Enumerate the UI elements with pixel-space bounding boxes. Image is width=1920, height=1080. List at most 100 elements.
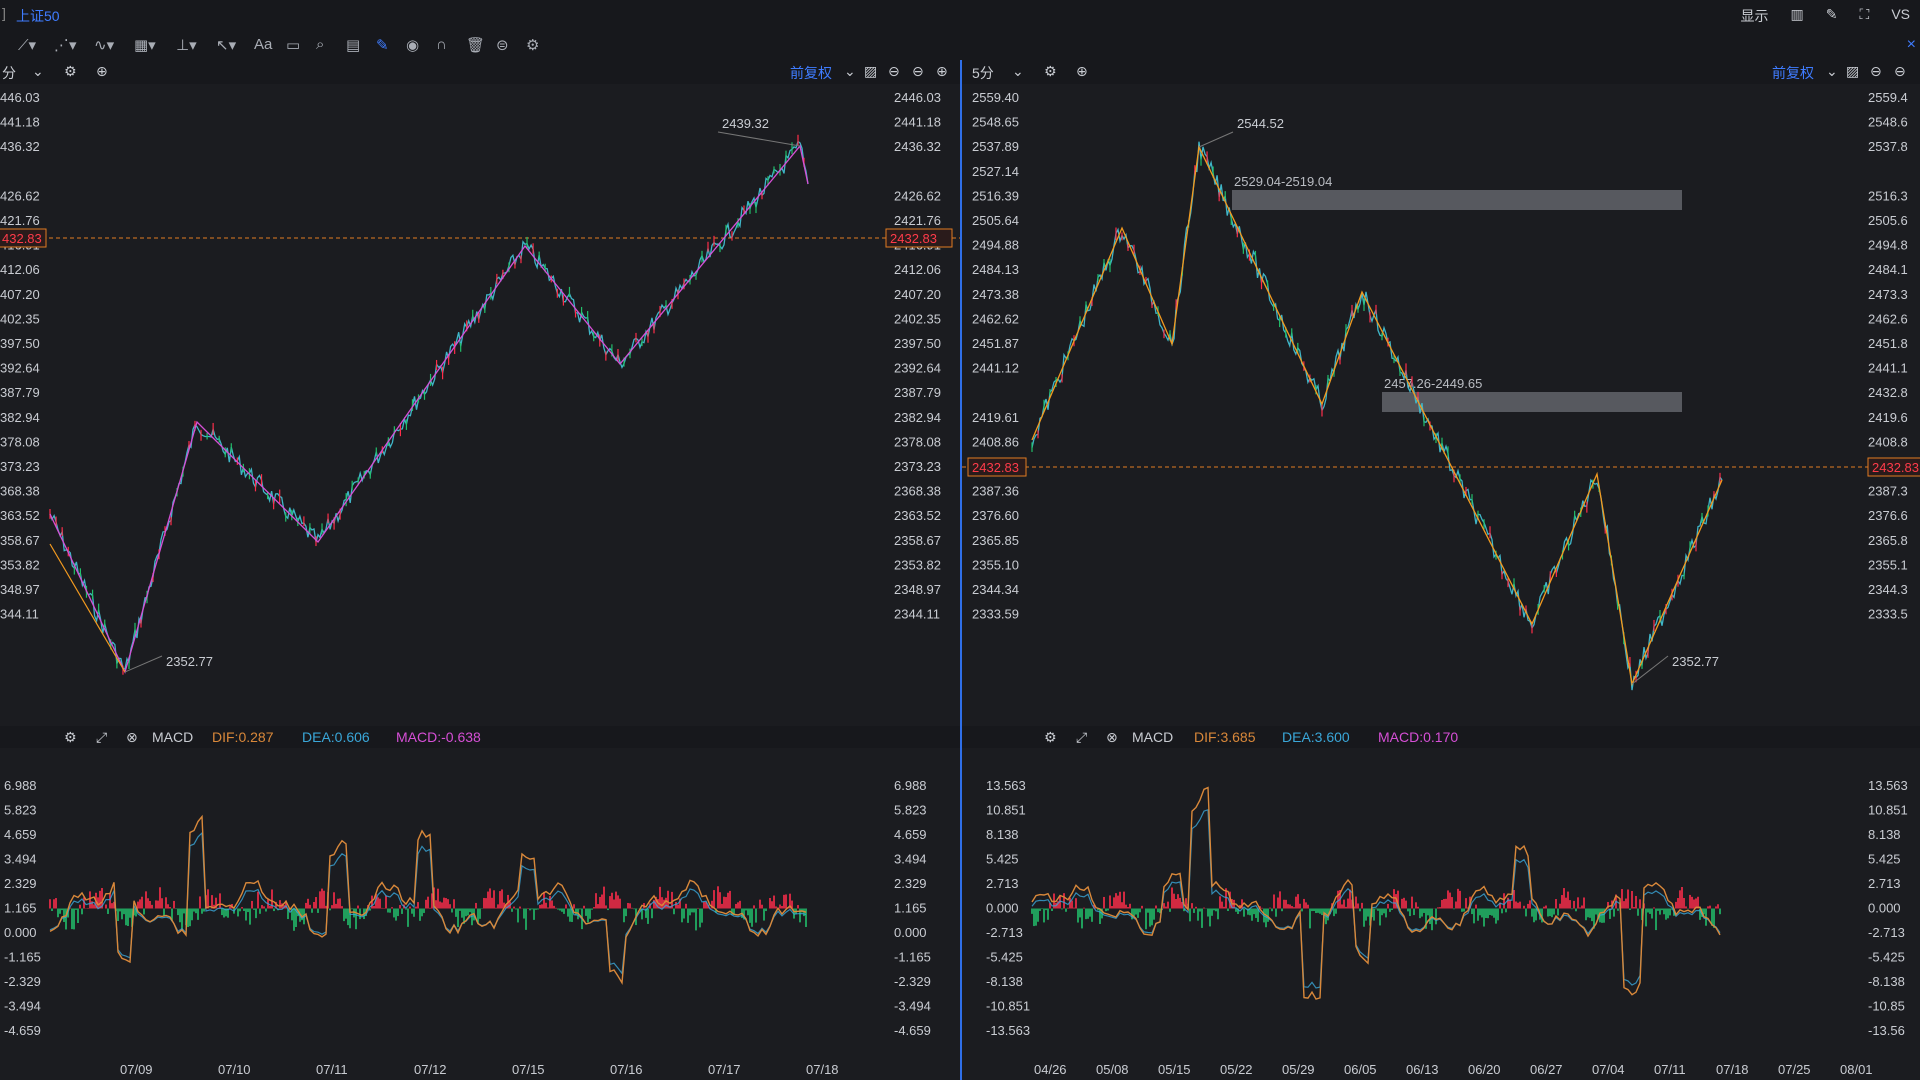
macd-tick-label: -3.494 bbox=[4, 999, 41, 1014]
date-tick-label: 05/15 bbox=[1158, 1062, 1191, 1077]
chart-type-icon[interactable]: ▨ bbox=[864, 63, 877, 80]
gear-icon[interactable]: ⚙ bbox=[64, 63, 77, 80]
macd-tick-label: 0.000 bbox=[986, 901, 1019, 916]
chart-type-icon[interactable]: ▨ bbox=[1846, 63, 1859, 80]
pattern-icon[interactable]: ▦▾ bbox=[134, 36, 156, 54]
date-tick-label: 07/09 bbox=[120, 1062, 153, 1077]
macd-tick-label: -4.659 bbox=[894, 1023, 931, 1038]
chevron-down-icon[interactable]: ⌄ bbox=[1012, 63, 1024, 80]
chevron-down-icon[interactable]: ⌄ bbox=[32, 63, 44, 80]
price-tick-label: 2373.23 bbox=[894, 459, 941, 474]
macd-tick-label: -5.425 bbox=[986, 950, 1023, 965]
measure-icon[interactable]: ⊥▾ bbox=[176, 36, 197, 54]
zigzag-line bbox=[1031, 144, 1723, 687]
chevron-down-icon[interactable]: ⌄ bbox=[844, 63, 856, 80]
indicator-icon[interactable]: ▤ bbox=[346, 36, 360, 54]
price-line bbox=[49, 140, 809, 670]
price-tick-label: 2559.40 bbox=[972, 90, 1019, 105]
price-tick-label: 2484.13 bbox=[972, 262, 1019, 277]
comment-icon[interactable]: ▭ bbox=[286, 36, 300, 54]
wave-icon[interactable]: ∿▾ bbox=[94, 36, 114, 54]
plus-icon[interactable]: ⊕ bbox=[936, 63, 948, 80]
macd-name[interactable]: MACD bbox=[152, 729, 193, 745]
magnet-icon[interactable]: ∩ bbox=[436, 36, 447, 53]
price-tick-label: 2333.59 bbox=[972, 607, 1019, 622]
price-tick-label: 412.06 bbox=[0, 262, 40, 277]
adjust-select[interactable]: 前复权 bbox=[1772, 63, 1814, 83]
price-tick-label: 2537.89 bbox=[972, 139, 1019, 154]
price-tick-label: 2421.76 bbox=[894, 213, 941, 228]
price-tick-label: 368.38 bbox=[0, 484, 40, 499]
price-tick-label: 2537.8 bbox=[1868, 139, 1908, 154]
zoom-icon[interactable]: ⌕ bbox=[316, 36, 324, 53]
price-tick-label: 402.35 bbox=[0, 311, 40, 326]
left-price-chart[interactable]: 2446.032441.182436.322426.622421.762416.… bbox=[0, 84, 960, 784]
date-tick-label: 07/18 bbox=[1716, 1062, 1749, 1077]
left-macd-chart[interactable]: 6.988 5.823 4.659 3.494 2.329 1.165 0.000 -1.16… bbox=[0, 750, 960, 1080]
add-icon[interactable]: ⊕ bbox=[96, 63, 108, 80]
expand-icon[interactable]: ⤢ bbox=[1076, 729, 1087, 746]
pen-tool-icon[interactable]: ✎ bbox=[376, 36, 389, 54]
current-price-label: 2432.83 bbox=[972, 460, 1019, 475]
left-chart-pane: 分 ⌄ ⚙ ⊕ 前复权 ⌄ ▨ ⊖ ⊖ ⊕ 2446.03 2441.18 2436… bbox=[0, 60, 960, 1080]
price-tick-label: 2333.5 bbox=[1868, 607, 1908, 622]
layout-icon[interactable]: ▥ bbox=[1791, 6, 1804, 26]
price-tick-label: 2408.8 bbox=[1868, 434, 1908, 449]
macd-name[interactable]: MACD bbox=[1132, 729, 1173, 745]
symbol-title[interactable]: 上证50 bbox=[16, 6, 60, 26]
fib-icon[interactable]: ⋰▾ bbox=[54, 36, 77, 54]
minus-icon[interactable]: ⊖ bbox=[1870, 63, 1882, 80]
interval-select[interactable]: 分 bbox=[2, 63, 16, 83]
price-tick-label: 426.62 bbox=[0, 188, 40, 203]
price-tick-label: 2387.36 bbox=[972, 484, 1019, 499]
date-tick-label: 06/20 bbox=[1468, 1062, 1501, 1077]
price-tick-label: 2462.62 bbox=[972, 311, 1019, 326]
zigzag-line bbox=[49, 144, 809, 674]
date-tick-label: 07/15 bbox=[512, 1062, 545, 1077]
price-tick-label: 2382.94 bbox=[894, 410, 941, 425]
price-tick-label: 2397.50 bbox=[894, 336, 941, 351]
right-price-chart[interactable]: 2559.40 2548.65 2537.89 2527.14 2516.39 2505.… bbox=[962, 84, 1920, 784]
date-tick-label: 05/22 bbox=[1220, 1062, 1253, 1077]
interval-select[interactable]: 5分 bbox=[972, 63, 994, 83]
gear-icon[interactable]: ⚙ bbox=[1044, 63, 1057, 80]
minimize-icon[interactable]: ⊖ bbox=[912, 63, 924, 80]
price-tick-label: 2432.8 bbox=[1868, 385, 1908, 400]
display-menu[interactable]: 显示 bbox=[1741, 6, 1769, 26]
fullscreen-icon[interactable]: ⛶ bbox=[1860, 6, 1870, 26]
macd-tick-label: 3.494 bbox=[4, 852, 37, 867]
macd-dea: DEA:3.600 bbox=[1282, 729, 1350, 745]
pen-icon[interactable]: ✎ bbox=[1826, 6, 1838, 26]
macd-tick-label: -13.56 bbox=[1868, 1023, 1905, 1038]
close-icon[interactable]: × bbox=[1907, 36, 1916, 54]
macd-tick-label: -10.851 bbox=[986, 999, 1030, 1014]
price-tick-label: 2419.6 bbox=[1868, 410, 1908, 425]
price-tick-label: 2358.67 bbox=[894, 533, 941, 548]
price-tick-label: 2494.88 bbox=[972, 238, 1019, 253]
right-macd-chart[interactable]: 13.563 10.851 8.138 5.425 2.713 0.000 -2.713 -5… bbox=[962, 750, 1920, 1080]
close-circle-icon[interactable]: ⊗ bbox=[126, 729, 138, 746]
date-tick-label: 07/16 bbox=[610, 1062, 643, 1077]
minimize-icon[interactable]: ⊖ bbox=[1894, 63, 1906, 80]
expand-icon[interactable]: ⤢ bbox=[96, 729, 107, 746]
add-icon[interactable]: ⊕ bbox=[1076, 63, 1088, 80]
adjust-select[interactable]: 前复权 bbox=[790, 63, 832, 83]
price-tick-label: 2494.8 bbox=[1868, 238, 1908, 253]
text-icon[interactable]: Aa bbox=[254, 36, 272, 53]
gear-icon[interactable]: ⚙ bbox=[64, 729, 77, 746]
eye-icon[interactable]: ◉ bbox=[406, 36, 419, 54]
trendline-icon[interactable]: ⟋▾ bbox=[18, 36, 36, 54]
minus-icon[interactable]: ⊖ bbox=[888, 63, 900, 80]
current-price-label: 432.83 bbox=[2, 231, 42, 246]
layers-icon[interactable]: ⊜ bbox=[496, 36, 509, 54]
macd-value: MACD:0.170 bbox=[1378, 729, 1459, 745]
gear-icon[interactable]: ⚙ bbox=[1044, 729, 1057, 746]
vs-button[interactable]: VS bbox=[1891, 6, 1910, 26]
chevron-down-icon[interactable]: ⌄ bbox=[1826, 63, 1838, 80]
price-tick-label: 2408.86 bbox=[972, 434, 1019, 449]
close-circle-icon[interactable]: ⊗ bbox=[1106, 729, 1118, 746]
settings-icon[interactable]: ⚙ bbox=[526, 36, 539, 54]
price-tick-label: 344.11 bbox=[0, 607, 39, 622]
trash-icon[interactable]: 🗑 bbox=[466, 36, 485, 54]
cursor-icon[interactable]: ↖▾ bbox=[216, 36, 236, 54]
